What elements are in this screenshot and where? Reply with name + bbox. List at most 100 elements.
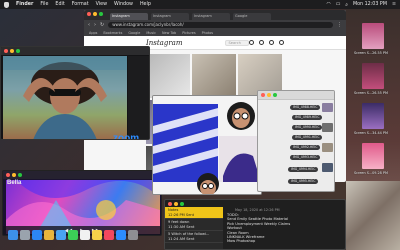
notes-window: Notes 12:26 PM Sent 9 feet down 11:30 AM… bbox=[164, 199, 346, 250]
photos-icon[interactable] bbox=[80, 230, 90, 240]
browser-tab[interactable]: Google bbox=[233, 13, 271, 20]
attachment-thumbnail[interactable] bbox=[322, 143, 333, 152]
fullscreen-icon[interactable] bbox=[18, 173, 22, 177]
menu-edit[interactable]: Edit bbox=[55, 2, 64, 7]
close-icon[interactable] bbox=[87, 12, 91, 16]
fullscreen-icon[interactable] bbox=[180, 202, 184, 206]
mail-icon[interactable] bbox=[56, 230, 66, 240]
desktop-file-thumbnail[interactable] bbox=[362, 23, 384, 49]
message-attachment[interactable]: IMG_4995.HEIC bbox=[288, 179, 319, 184]
zoom-app-icon[interactable] bbox=[116, 230, 126, 240]
message-attachment[interactable]: IMG_4988.HEIC bbox=[290, 105, 321, 110]
attachment-thumbnail[interactable] bbox=[322, 163, 333, 172]
forward-icon[interactable]: › bbox=[94, 22, 96, 28]
back-icon[interactable]: ‹ bbox=[88, 22, 90, 28]
instagram-logo[interactable]: Instagram bbox=[146, 39, 183, 47]
explore-icon[interactable] bbox=[269, 40, 274, 45]
menu-format[interactable]: Format bbox=[72, 2, 89, 7]
music-icon[interactable] bbox=[104, 230, 114, 240]
browser-tab[interactable]: Instagram bbox=[110, 13, 148, 20]
attachment-thumbnail[interactable] bbox=[322, 103, 333, 112]
browser-tab[interactable]: Instagram bbox=[151, 13, 189, 20]
close-icon[interactable] bbox=[6, 173, 10, 177]
menu-status-area: ◠ ▭ ⌕ Mon 12:03 PM ≡ bbox=[327, 2, 396, 8]
menu-bar: Finder File Edit Format View Window Help… bbox=[0, 0, 400, 9]
instagram-nav-icons bbox=[249, 40, 284, 45]
menu-window[interactable]: Window bbox=[114, 2, 133, 7]
note-list-item[interactable]: 9 feet down 11:30 AM Sent bbox=[165, 219, 223, 231]
browser-toolbar: ‹ › ↻ www.instagram.com/jaclynbr/lacoh/ … bbox=[84, 20, 346, 29]
message-attachment[interactable]: IMG_4992.HEIC bbox=[290, 145, 321, 150]
fullscreen-icon[interactable] bbox=[99, 12, 103, 16]
menu-app-name[interactable]: Finder bbox=[16, 2, 33, 7]
zoom-video-feed[interactable] bbox=[3, 56, 127, 139]
art-app-title: Bella bbox=[7, 180, 22, 186]
window-controls bbox=[168, 202, 184, 206]
minimize-icon[interactable] bbox=[12, 173, 16, 177]
bookmark-item[interactable]: Apps bbox=[89, 31, 97, 35]
instagram-search-input[interactable]: Search bbox=[224, 39, 249, 46]
bookmark-item[interactable]: Bookmarks bbox=[103, 31, 122, 35]
dock bbox=[4, 228, 164, 242]
minimize-icon[interactable] bbox=[174, 202, 178, 206]
reload-icon[interactable]: ↻ bbox=[100, 22, 104, 28]
desktop-file-thumbnail[interactable] bbox=[362, 63, 384, 89]
note-body[interactable]: TODO: Send Emily Seattle Photo Material … bbox=[227, 213, 345, 244]
messages-window: IMG_4988.HEIC IMG_4989.HEIC IMG_4990.HEI… bbox=[257, 90, 335, 192]
note-meta: 11:30 AM Sent bbox=[168, 224, 195, 229]
notes-icon[interactable] bbox=[92, 230, 102, 240]
minimize-icon[interactable] bbox=[93, 12, 97, 16]
desktop-file-thumbnail[interactable] bbox=[362, 103, 384, 129]
note-meta: 12:26 PM Sent bbox=[168, 212, 195, 217]
extensions-icon[interactable]: ⋮ bbox=[337, 22, 342, 28]
bookmark-item[interactable]: New Tab bbox=[162, 31, 176, 35]
messages-icon[interactable] bbox=[68, 230, 78, 240]
heart-icon[interactable] bbox=[279, 40, 284, 45]
zoom-logo: zoom bbox=[113, 133, 140, 140]
wifi-icon[interactable]: ◠ bbox=[327, 2, 331, 7]
finder-icon[interactable] bbox=[8, 230, 18, 240]
home-icon[interactable] bbox=[249, 40, 254, 45]
message-attachment[interactable]: IMG_4990.HEIC bbox=[292, 125, 323, 130]
search-icon[interactable]: ⌕ bbox=[345, 2, 348, 8]
note-list-item[interactable]: 5 Witch of the followi... 11:24 AM Sent bbox=[165, 231, 223, 243]
photo-image[interactable] bbox=[153, 96, 262, 195]
battery-icon[interactable]: ▭ bbox=[336, 2, 341, 7]
close-icon[interactable] bbox=[4, 49, 8, 53]
post-thumbnail[interactable] bbox=[192, 54, 236, 98]
menu-help[interactable]: Help bbox=[140, 2, 151, 7]
browser-tab[interactable]: Instagram bbox=[192, 13, 230, 20]
safari-icon[interactable] bbox=[32, 230, 42, 240]
control-center-icon[interactable]: ≡ bbox=[392, 2, 396, 7]
bookmark-item[interactable]: Pictures bbox=[182, 31, 195, 35]
close-icon[interactable] bbox=[168, 202, 172, 206]
fullscreen-icon[interactable] bbox=[16, 49, 20, 53]
settings-icon[interactable] bbox=[128, 230, 138, 240]
zoom-titlebar bbox=[1, 47, 149, 55]
menu-clock[interactable]: Mon 12:03 PM bbox=[353, 2, 387, 7]
message-attachment[interactable]: IMG_4993.HEIC bbox=[290, 155, 321, 160]
direct-icon[interactable] bbox=[259, 40, 264, 45]
chrome-icon[interactable] bbox=[44, 230, 54, 240]
bookmark-item[interactable]: Photos bbox=[202, 31, 213, 35]
desktop-file-thumbnail[interactable] bbox=[362, 143, 384, 169]
launchpad-icon[interactable] bbox=[20, 230, 30, 240]
apple-menu-icon[interactable] bbox=[4, 1, 9, 8]
message-attachment[interactable]: IMG_4991.HEIC bbox=[292, 135, 323, 140]
bookmark-item[interactable]: Music bbox=[146, 31, 156, 35]
menu-view[interactable]: View bbox=[96, 2, 107, 7]
note-list-item[interactable]: Notes 12:26 PM Sent bbox=[165, 207, 223, 219]
fullscreen-icon[interactable] bbox=[273, 93, 277, 97]
minimize-icon[interactable] bbox=[267, 93, 271, 97]
post-thumbnail[interactable] bbox=[146, 54, 190, 98]
message-attachment[interactable]: IMG_4989.HEIC bbox=[292, 115, 323, 120]
close-icon[interactable] bbox=[261, 93, 265, 97]
menu-file[interactable]: File bbox=[40, 2, 48, 7]
address-bar[interactable]: www.instagram.com/jaclynbr/lacoh/ bbox=[108, 21, 333, 28]
messages-header bbox=[258, 91, 334, 100]
bookmark-item[interactable]: Google bbox=[128, 31, 140, 35]
message-attachment[interactable]: IMG_4994.HEIC bbox=[288, 167, 319, 172]
minimize-icon[interactable] bbox=[10, 49, 14, 53]
attachment-thumbnail[interactable] bbox=[322, 123, 333, 132]
window-controls bbox=[4, 49, 20, 53]
